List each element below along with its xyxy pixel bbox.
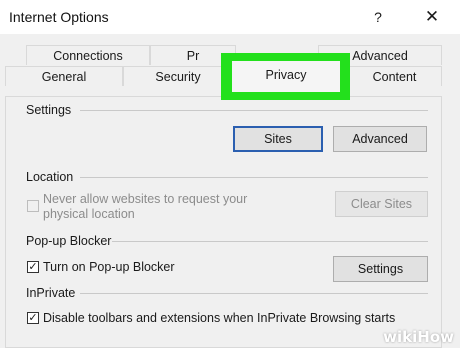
popup-separator	[112, 241, 428, 242]
tab-connections[interactable]: Connections	[26, 45, 150, 65]
popup-checkbox[interactable]: ✓	[27, 261, 39, 273]
help-icon[interactable]: ?	[364, 4, 392, 30]
tab-general[interactable]: General	[5, 66, 123, 86]
location-checkbox-label-line2: physical location	[43, 207, 135, 221]
inprivate-separator	[80, 293, 428, 294]
settings-group-label: Settings	[26, 103, 72, 117]
location-group-label: Location	[26, 170, 74, 184]
location-separator	[80, 177, 428, 178]
advanced-button[interactable]: Advanced	[333, 126, 427, 152]
window-title: Internet Options	[9, 9, 109, 25]
watermark-how: How	[417, 328, 454, 346]
popup-settings-button[interactable]: Settings	[333, 256, 428, 282]
watermark-wiki: wiki	[383, 328, 418, 346]
inprivate-checkbox-label: Disable toolbars and extensions when InP…	[43, 311, 396, 325]
popup-checkbox-label: Turn on Pop-up Blocker	[43, 260, 175, 274]
location-checkbox[interactable]	[27, 200, 39, 212]
inprivate-checkbox[interactable]: ✓	[27, 312, 39, 324]
settings-separator	[80, 110, 428, 111]
clear-sites-button[interactable]: Clear Sites	[335, 191, 428, 217]
wikihow-watermark: wikiHow	[383, 328, 454, 346]
inprivate-group-label: InPrivate	[26, 286, 76, 300]
tab-content[interactable]: Content	[347, 66, 442, 86]
location-checkbox-label-line1: Never allow websites to request your	[43, 192, 248, 206]
popup-group-label: Pop-up Blocker	[26, 234, 112, 248]
tab-privacy[interactable]: Privacy	[232, 61, 340, 92]
tab-security[interactable]: Security	[123, 66, 233, 86]
close-icon[interactable]: ✕	[418, 4, 446, 30]
sites-button[interactable]: Sites	[233, 126, 323, 152]
